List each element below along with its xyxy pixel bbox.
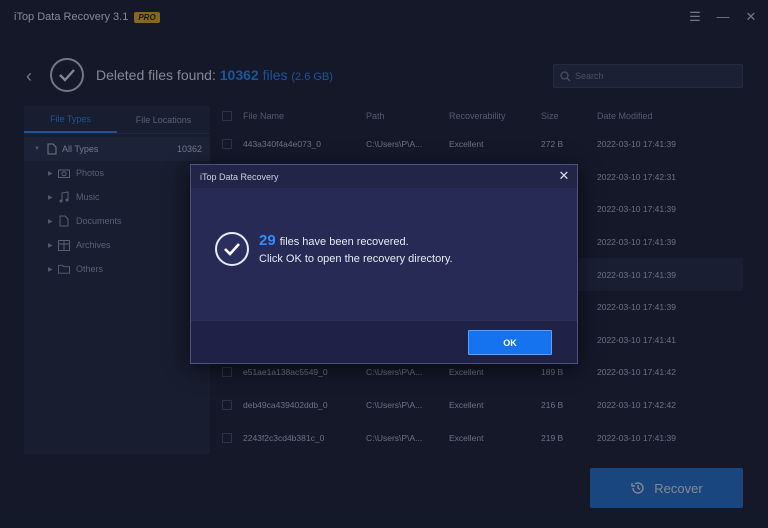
dialog-message-line2: Click OK to open the recovery directory.: [259, 253, 453, 265]
recovered-text: files have been recovered.: [279, 236, 409, 248]
dialog-body: 29 files have been recovered. Click OK to…: [191, 188, 577, 320]
dialog-title-bar: iTop Data Recovery ✕: [191, 165, 577, 188]
recovered-count: 29: [259, 232, 276, 249]
recovery-complete-dialog: iTop Data Recovery ✕ 29 files have been r…: [190, 164, 578, 364]
dialog-footer: OK: [191, 320, 577, 363]
dialog-message-line1: 29 files have been recovered.: [259, 232, 409, 249]
ok-button[interactable]: OK: [468, 330, 552, 355]
dialog-close-icon[interactable]: ✕: [557, 168, 571, 183]
success-check-icon: [215, 232, 249, 266]
dialog-title: iTop Data Recovery: [200, 171, 279, 182]
